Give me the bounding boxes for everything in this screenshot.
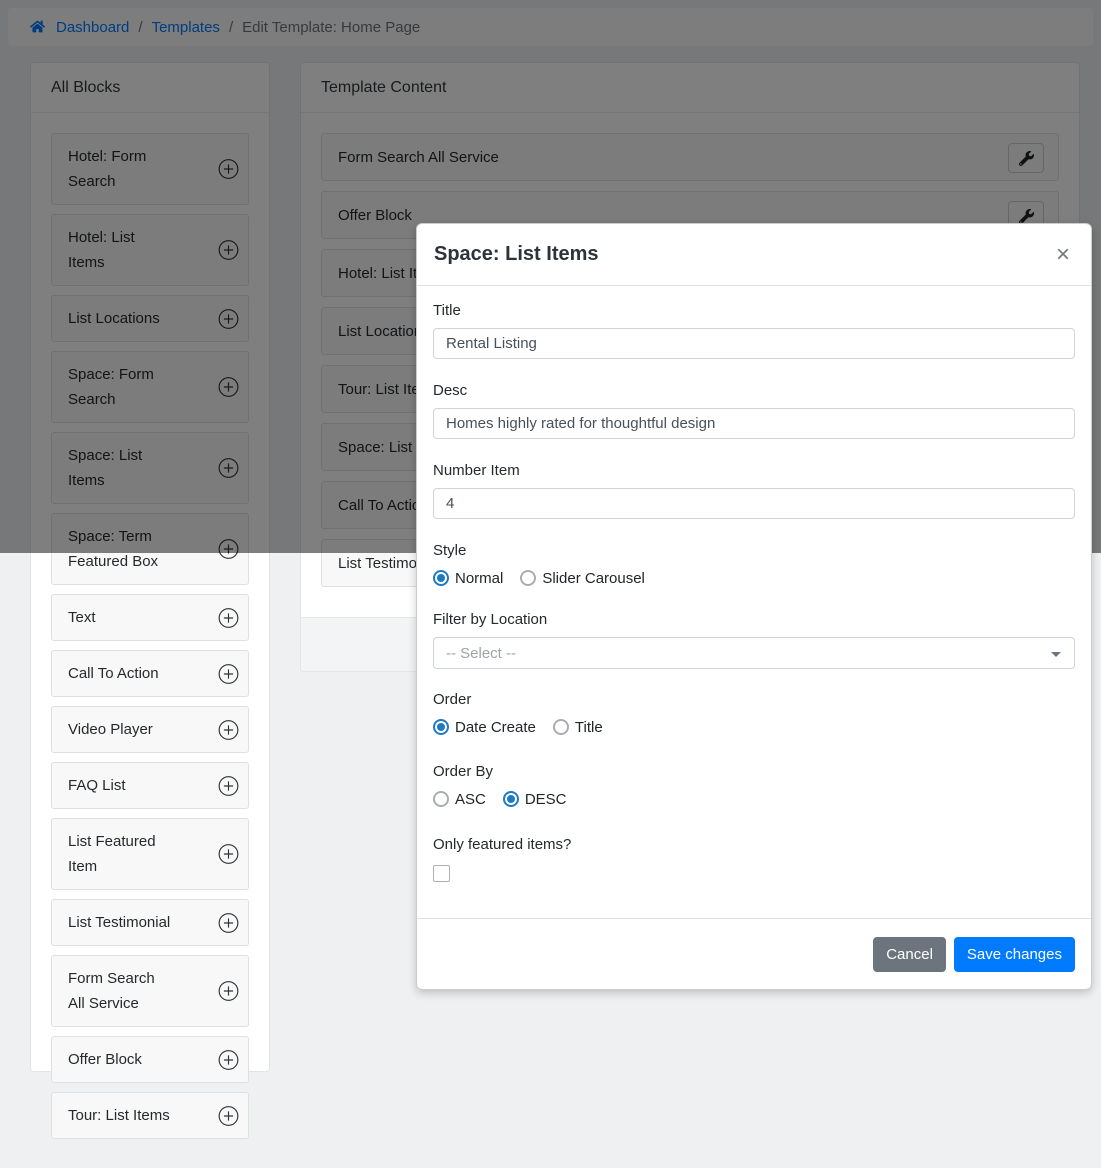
filter-location-field-group: Filter by Location -- Select --: [433, 611, 1075, 669]
modal-footer: Cancel Save changes: [417, 918, 1091, 989]
plus-circle-icon[interactable]: [218, 844, 239, 865]
sidebar-item-text[interactable]: Text: [51, 594, 249, 641]
save-changes-button[interactable]: Save changes: [954, 937, 1075, 972]
sidebar-item-form-search-all-service[interactable]: Form Search All Service: [51, 955, 249, 1027]
sidebar-item-offer-block[interactable]: Offer Block: [51, 1036, 249, 1083]
sidebar-item-faq-list[interactable]: FAQ List: [51, 762, 249, 809]
radio-label: ASC: [455, 791, 486, 808]
plus-circle-icon[interactable]: [218, 1105, 239, 1126]
order-by-option-asc[interactable]: ASC: [433, 791, 486, 808]
select-value: -- Select --: [446, 645, 516, 662]
style-option-slider-carousel[interactable]: Slider Carousel: [520, 570, 645, 587]
modal-body: Title Desc Number Item Style Normal Slid…: [417, 286, 1091, 918]
order-option-title[interactable]: Title: [553, 719, 603, 736]
plus-circle-icon[interactable]: [218, 775, 239, 796]
desc-input[interactable]: [433, 408, 1075, 439]
plus-circle-icon[interactable]: [218, 663, 239, 684]
filter-location-label: Filter by Location: [433, 611, 1075, 628]
radio-title[interactable]: [553, 719, 569, 735]
radio-desc[interactable]: [503, 791, 519, 807]
number-item-input[interactable]: [433, 488, 1075, 519]
radio-label: Normal: [455, 570, 503, 587]
order-field-group: Order Date Create Title: [433, 691, 1075, 737]
number-item-label: Number Item: [433, 462, 1075, 479]
sidebar-item-label: Tour: List Items: [68, 1107, 170, 1124]
style-label: Style: [433, 542, 1075, 559]
order-options: Date Create Title: [433, 717, 1075, 737]
style-field-group: Style Normal Slider Carousel: [433, 542, 1075, 588]
order-by-option-desc[interactable]: DESC: [503, 791, 567, 808]
plus-circle-icon[interactable]: [218, 719, 239, 740]
sidebar-item-label: List Testimonial: [68, 914, 170, 931]
only-featured-field-group: Only featured items?: [433, 836, 1075, 882]
sidebar-item-label: FAQ List: [68, 777, 126, 794]
title-field-group: Title: [433, 302, 1075, 359]
style-options: Normal Slider Carousel: [433, 568, 1075, 588]
sidebar-item-label: List Featured Item: [68, 833, 156, 875]
sidebar-item-label: Form Search All Service: [68, 970, 155, 1012]
plus-circle-icon[interactable]: [218, 912, 239, 933]
sidebar-item-tour-list-items[interactable]: Tour: List Items: [51, 1092, 249, 1139]
order-label: Order: [433, 691, 1075, 708]
radio-label: DESC: [525, 791, 567, 808]
order-option-date-create[interactable]: Date Create: [433, 719, 536, 736]
cancel-button[interactable]: Cancel: [873, 937, 946, 972]
plus-circle-icon[interactable]: [218, 607, 239, 628]
radio-asc[interactable]: [433, 791, 449, 807]
only-featured-label: Only featured items?: [433, 836, 1075, 853]
modal-title: Space: List Items: [434, 243, 599, 266]
close-icon[interactable]: ×: [1052, 243, 1074, 267]
number-item-field-group: Number Item: [433, 462, 1075, 519]
modal-header: Space: List Items ×: [417, 224, 1091, 286]
only-featured-checkbox[interactable]: [433, 865, 450, 882]
radio-date-create[interactable]: [433, 719, 449, 735]
radio-slider-carousel[interactable]: [520, 570, 536, 586]
caret-down-icon: [1051, 652, 1061, 657]
sidebar-item-call-to-action[interactable]: Call To Action: [51, 650, 249, 697]
plus-circle-icon[interactable]: [218, 1049, 239, 1070]
sidebar-item-label: Text: [68, 609, 96, 626]
filter-location-select[interactable]: -- Select --: [433, 637, 1075, 669]
sidebar-item-label: Offer Block: [68, 1051, 142, 1068]
order-by-options: ASC DESC: [433, 789, 1075, 809]
title-label: Title: [433, 302, 1075, 319]
order-by-field-group: Order By ASC DESC: [433, 763, 1075, 809]
plus-circle-icon[interactable]: [218, 981, 239, 1002]
sidebar-item-label: Video Player: [68, 721, 153, 738]
desc-field-group: Desc: [433, 382, 1075, 439]
title-input[interactable]: [433, 328, 1075, 359]
sidebar-item-list-featured-item[interactable]: List Featured Item: [51, 818, 249, 890]
sidebar-item-video-player[interactable]: Video Player: [51, 706, 249, 753]
style-option-normal[interactable]: Normal: [433, 570, 503, 587]
radio-label: Title: [575, 719, 603, 736]
space-list-items-modal: Space: List Items × Title Desc Number It…: [416, 223, 1092, 990]
order-by-label: Order By: [433, 763, 1075, 780]
desc-label: Desc: [433, 382, 1075, 399]
radio-label: Date Create: [455, 719, 536, 736]
sidebar-item-label: Call To Action: [68, 665, 159, 682]
radio-normal[interactable]: [433, 570, 449, 586]
radio-label: Slider Carousel: [542, 570, 645, 587]
sidebar-item-list-testimonial[interactable]: List Testimonial: [51, 899, 249, 946]
